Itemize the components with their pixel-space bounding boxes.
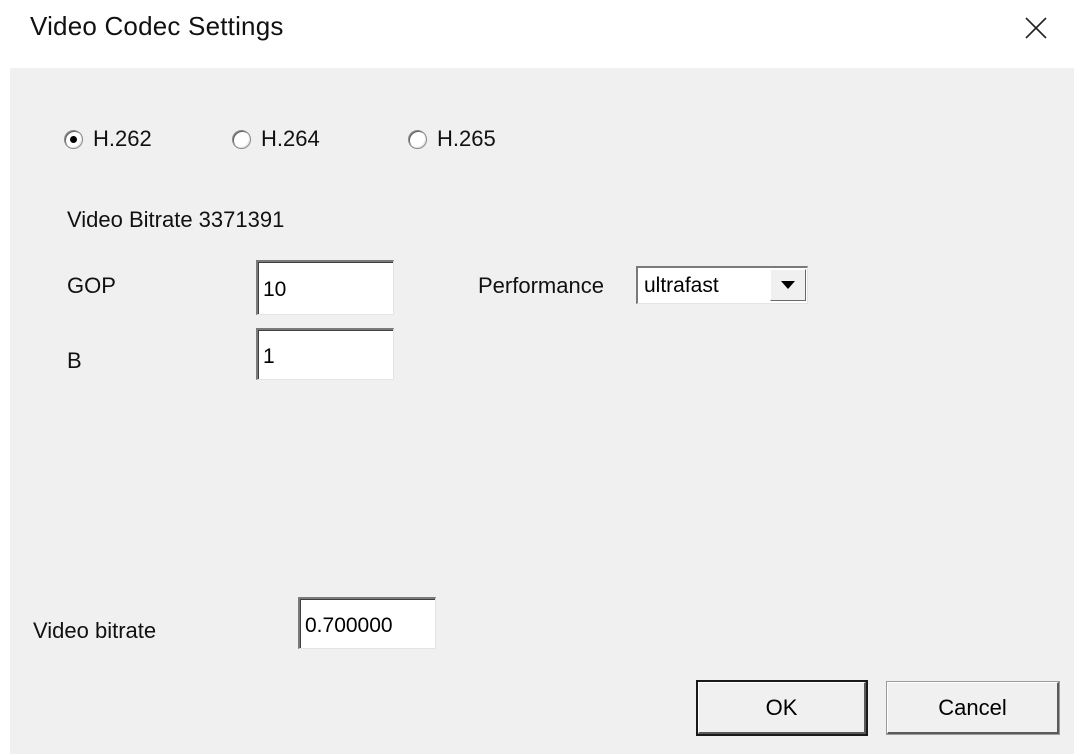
radio-label-h262: H.262 [93,126,152,151]
radio-label-h264: H.264 [261,126,320,151]
close-button[interactable] [1014,8,1058,48]
radio-h264[interactable]: H.264 [232,126,320,152]
video-bitrate-info: Video Bitrate 3371391 [67,207,285,232]
performance-label: Performance [478,273,604,298]
title-bar: Video Codec Settings [0,0,1076,62]
radio-indicator [232,129,251,149]
b-input[interactable] [256,328,394,380]
codec-settings-dialog: Video Codec Settings H.262 H.264 H.265 V… [0,0,1076,754]
radio-indicator-checked [64,129,83,149]
video-bitrate-input[interactable] [298,597,436,649]
dialog-body: H.262 H.264 H.265 Video Bitrate 3371391 … [10,68,1074,754]
b-label: B [67,348,82,373]
video-bitrate-label: Video bitrate [33,618,157,643]
chevron-down-icon [781,280,795,289]
gop-input[interactable] [256,260,394,315]
dropdown-button[interactable] [770,269,806,301]
performance-select[interactable]: ultrafast [636,266,808,304]
radio-label-h265: H.265 [437,126,496,151]
close-icon [1025,17,1047,39]
dialog-title: Video Codec Settings [30,11,284,41]
ok-button[interactable]: OK [698,682,866,734]
gop-label: GOP [67,273,116,298]
radio-h265[interactable]: H.265 [408,126,496,152]
cancel-button[interactable]: Cancel [887,682,1059,734]
radio-indicator [408,129,427,149]
radio-h262[interactable]: H.262 [64,126,152,152]
performance-selected-value: ultrafast [644,274,719,297]
